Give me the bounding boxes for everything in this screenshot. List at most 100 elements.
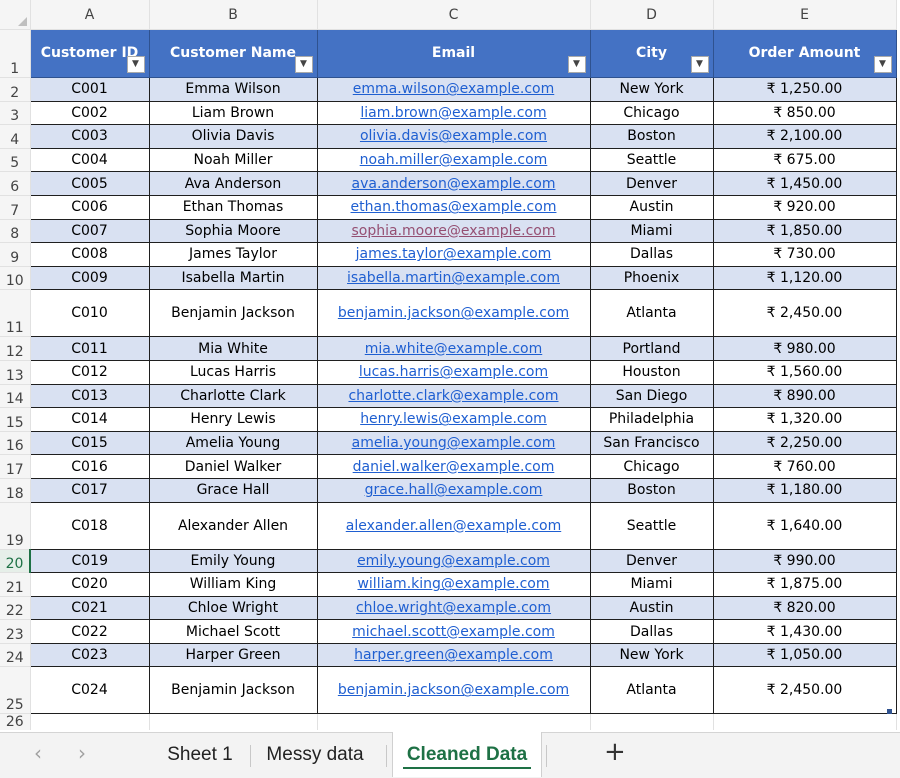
customer-id-cell[interactable]: C016	[29, 454, 150, 479]
email-cell[interactable]: liam.brown@example.com	[316, 100, 591, 126]
city-cell[interactable]: Austin	[589, 595, 714, 621]
column-header-e[interactable]: E	[713, 0, 897, 30]
email-cell[interactable]: chloe.wright@example.com	[316, 595, 591, 621]
row-number[interactable]: 5	[0, 148, 31, 173]
customer-id-cell[interactable]: C001	[29, 77, 150, 102]
table-header-customer-name[interactable]: Customer Name ▼	[148, 29, 318, 78]
city-cell[interactable]: Atlanta	[589, 289, 714, 338]
order-amount-cell[interactable]: ₹ 920.00	[712, 194, 897, 220]
row-number[interactable]: 3	[0, 101, 31, 126]
select-all-corner[interactable]	[0, 0, 31, 30]
customer-name-cell[interactable]: Mia White	[148, 336, 318, 361]
empty-cell[interactable]	[590, 713, 714, 731]
email-cell[interactable]: benjamin.jackson@example.com	[316, 289, 591, 338]
city-cell[interactable]: Dallas	[589, 619, 714, 644]
row-number[interactable]: 14	[0, 384, 31, 409]
city-cell[interactable]: Seattle	[589, 147, 714, 173]
city-cell[interactable]: New York	[589, 642, 714, 668]
column-header-c[interactable]: C	[317, 0, 591, 30]
customer-name-cell[interactable]: Isabella Martin	[148, 265, 318, 291]
table-header-customer-id[interactable]: Customer ID ▼	[29, 29, 150, 78]
prev-sheet-icon[interactable]: ‹	[34, 741, 42, 765]
customer-id-cell[interactable]: C018	[29, 501, 150, 550]
customer-id-cell[interactable]: C022	[29, 619, 150, 644]
order-amount-cell[interactable]: ₹ 730.00	[712, 242, 897, 267]
cell-table[interactable]: ABCDE 1 Customer ID ▼ Customer Name ▼ Email ▼ C…	[0, 0, 897, 731]
column-header-a[interactable]: A	[30, 0, 150, 30]
customer-name-cell[interactable]: Ava Anderson	[148, 171, 318, 196]
customer-id-cell[interactable]: C013	[29, 383, 150, 409]
order-amount-cell[interactable]: ₹ 1,450.00	[712, 171, 897, 196]
email-cell[interactable]: daniel.walker@example.com	[316, 454, 591, 479]
customer-name-cell[interactable]: Emma Wilson	[148, 77, 318, 102]
email-cell[interactable]: sophia.moore@example.com	[316, 218, 591, 244]
order-amount-cell[interactable]: ₹ 1,250.00	[712, 77, 897, 102]
customer-id-cell[interactable]: C004	[29, 147, 150, 173]
order-amount-cell[interactable]: ₹ 760.00	[712, 454, 897, 479]
empty-cell[interactable]	[30, 713, 150, 731]
customer-name-cell[interactable]: William King	[148, 572, 318, 597]
row-number[interactable]: 15	[0, 407, 31, 432]
tab-messy-data[interactable]: Messy data	[252, 733, 378, 777]
customer-id-cell[interactable]: C007	[29, 218, 150, 244]
city-cell[interactable]: Chicago	[589, 454, 714, 479]
customer-name-cell[interactable]: Lucas Harris	[148, 359, 318, 385]
next-sheet-icon[interactable]: ›	[78, 741, 86, 765]
row-number[interactable]: 19	[0, 502, 31, 550]
email-cell[interactable]: mia.white@example.com	[316, 336, 591, 361]
city-cell[interactable]: Phoenix	[589, 265, 714, 291]
table-header-order-amount[interactable]: Order Amount ▼	[712, 29, 897, 78]
empty-cell[interactable]	[149, 713, 318, 731]
customer-id-cell[interactable]: C002	[29, 100, 150, 126]
row-number[interactable]: 24	[0, 643, 31, 668]
filter-dropdown-icon[interactable]: ▼	[567, 56, 586, 73]
filter-dropdown-icon[interactable]: ▼	[126, 56, 145, 73]
row-number[interactable]: 2	[0, 77, 31, 102]
email-cell[interactable]: william.king@example.com	[316, 572, 591, 597]
row-number[interactable]: 7	[0, 195, 31, 220]
order-amount-cell[interactable]: ₹ 1,560.00	[712, 359, 897, 385]
email-cell[interactable]: harper.green@example.com	[316, 642, 591, 668]
city-cell[interactable]: Miami	[589, 572, 714, 597]
customer-id-cell[interactable]: C019	[29, 548, 150, 574]
customer-id-cell[interactable]: C017	[29, 477, 150, 503]
customer-name-cell[interactable]: Charlotte Clark	[148, 383, 318, 409]
customer-name-cell[interactable]: Alexander Allen	[148, 501, 318, 550]
empty-cell[interactable]	[317, 713, 591, 731]
row-number[interactable]: 25	[0, 666, 31, 715]
customer-name-cell[interactable]: Noah Miller	[148, 147, 318, 173]
order-amount-cell[interactable]: ₹ 2,100.00	[712, 124, 897, 149]
customer-id-cell[interactable]: C010	[29, 289, 150, 338]
row-number[interactable]: 18	[0, 478, 31, 503]
email-cell[interactable]: noah.miller@example.com	[316, 147, 591, 173]
customer-id-cell[interactable]: C020	[29, 572, 150, 597]
order-amount-cell[interactable]: ₹ 675.00	[712, 147, 897, 173]
city-cell[interactable]: Dallas	[589, 242, 714, 267]
customer-name-cell[interactable]: Amelia Young	[148, 430, 318, 456]
row-number[interactable]: 21	[0, 572, 31, 597]
row-number[interactable]: 13	[0, 360, 31, 385]
customer-id-cell[interactable]: C023	[29, 642, 150, 668]
city-cell[interactable]: Boston	[589, 124, 714, 149]
tab-sheet-1[interactable]: Sheet 1	[152, 733, 248, 777]
customer-name-cell[interactable]: Emily Young	[148, 548, 318, 574]
city-cell[interactable]: Houston	[589, 359, 714, 385]
customer-name-cell[interactable]: Ethan Thomas	[148, 194, 318, 220]
customer-name-cell[interactable]: Sophia Moore	[148, 218, 318, 244]
order-amount-cell[interactable]: ₹ 2,250.00	[712, 430, 897, 456]
customer-id-cell[interactable]: C015	[29, 430, 150, 456]
order-amount-cell[interactable]: ₹ 850.00	[712, 100, 897, 126]
table-header-city[interactable]: City ▼	[589, 29, 714, 78]
row-number[interactable]: 6	[0, 171, 31, 196]
row-number[interactable]: 16	[0, 431, 31, 456]
table-header-email[interactable]: Email ▼	[316, 29, 591, 78]
row-number[interactable]: 1	[0, 29, 31, 78]
filter-dropdown-icon[interactable]: ▼	[690, 56, 709, 73]
city-cell[interactable]: Boston	[589, 477, 714, 503]
city-cell[interactable]: Philadelphia	[589, 407, 714, 432]
email-cell[interactable]: benjamin.jackson@example.com	[316, 666, 591, 715]
customer-name-cell[interactable]: Benjamin Jackson	[148, 289, 318, 338]
customer-id-cell[interactable]: C014	[29, 407, 150, 432]
empty-cell[interactable]	[713, 713, 897, 731]
email-cell[interactable]: olivia.davis@example.com	[316, 124, 591, 149]
